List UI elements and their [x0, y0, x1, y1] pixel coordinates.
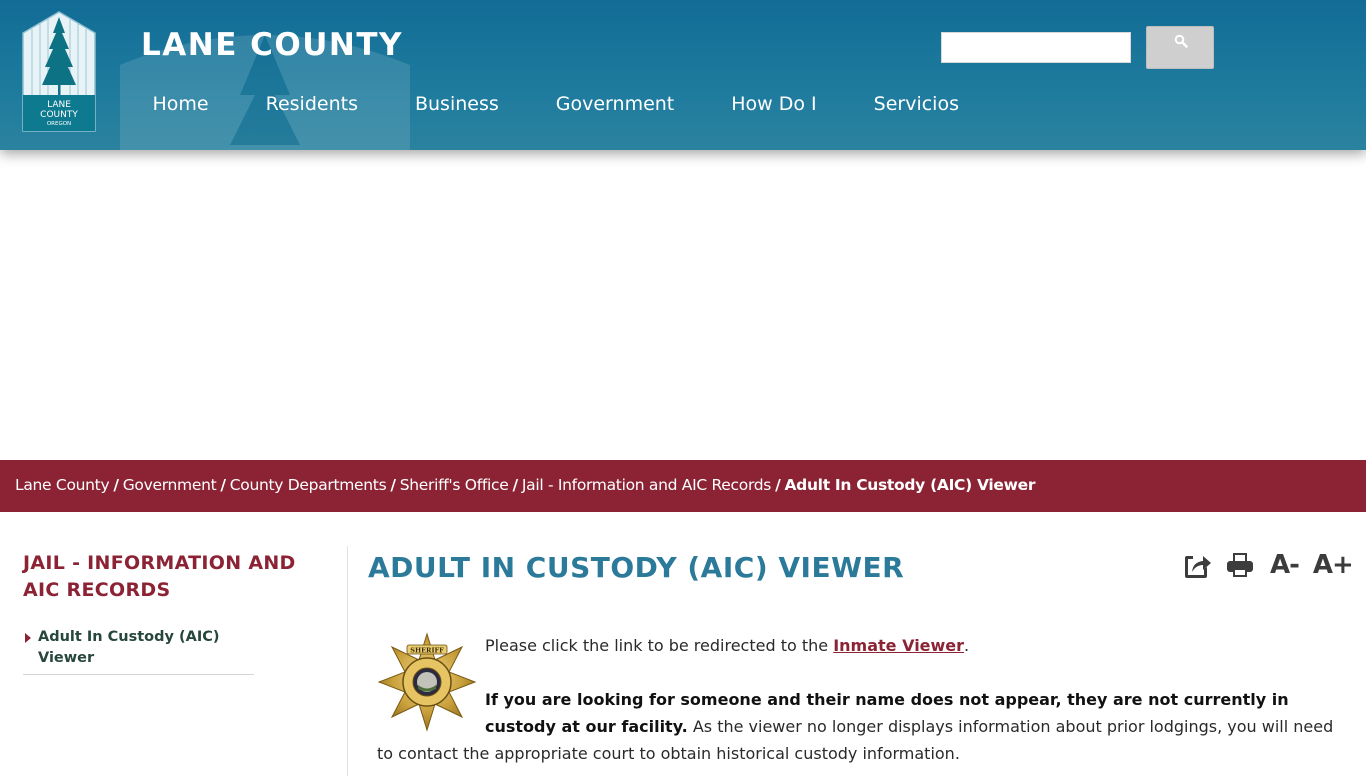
sidebar-title[interactable]: JAIL - INFORMATION AND AIC RECORDS [23, 550, 323, 604]
nav-government[interactable]: Government [527, 93, 703, 115]
page-title: ADULT IN CUSTODY (AIC) VIEWER [368, 551, 905, 584]
breadcrumb-separator: / [390, 476, 396, 494]
lane-county-logo[interactable]: LANE COUNTY OREGON [20, 11, 98, 132]
nav-residents[interactable]: Residents [237, 93, 386, 115]
page-tools: A- A+ [1182, 550, 1366, 580]
sidebar: JAIL - INFORMATION AND AIC RECORDS Adult… [23, 550, 323, 675]
column-divider [347, 546, 348, 776]
badge-float-spacer [377, 686, 485, 740]
nav-business[interactable]: Business [386, 93, 527, 115]
redirect-suffix: . [964, 636, 970, 655]
breadcrumb-separator: / [113, 476, 119, 494]
breadcrumb-current: Adult In Custody (AIC) Viewer [784, 476, 1036, 494]
breadcrumb-separator: / [775, 476, 781, 494]
nav-home[interactable]: Home [124, 93, 237, 115]
svg-text:OREGON: OREGON [47, 121, 71, 127]
breadcrumb-bar: Lane County / Government / County Department… [0, 460, 1366, 512]
svg-text:LANE: LANE [47, 100, 71, 110]
nav-how-do-i[interactable]: How Do I [703, 93, 845, 115]
sidebar-item-aic-viewer[interactable]: Adult In Custody (AIC) Viewer [23, 626, 254, 675]
inmate-viewer-link[interactable]: Inmate Viewer [833, 636, 964, 655]
breadcrumb: Lane County / Government / County Department… [15, 476, 1036, 494]
search-input[interactable] [941, 32, 1131, 63]
redirect-paragraph: Please click the link to be redirected t… [377, 632, 1337, 659]
caret-right-icon [25, 633, 31, 643]
site-header: LANE COUNTY OREGON LANE COUNTY Home Resi… [0, 0, 1366, 150]
breadcrumb-separator: / [220, 476, 226, 494]
breadcrumb-county-departments[interactable]: County Departments [230, 476, 387, 494]
search-icon [1174, 34, 1188, 48]
print-button[interactable] [1225, 551, 1255, 579]
decrease-text-button[interactable]: A- [1270, 550, 1300, 580]
svg-text:COUNTY: COUNTY [40, 110, 78, 120]
main-nav: Home Residents Business Government How D… [124, 93, 988, 115]
breadcrumb-separator: / [512, 476, 518, 494]
sidebar-item-label: Adult In Custody (AIC) Viewer [38, 629, 220, 666]
search-button[interactable] [1146, 26, 1214, 69]
breadcrumb-sheriffs-office[interactable]: Sheriff's Office [400, 476, 509, 494]
share-button[interactable] [1182, 551, 1212, 579]
main-content: Please click the link to be redirected t… [377, 632, 1337, 767]
nav-servicios[interactable]: Servicios [845, 93, 987, 115]
share-icon [1185, 556, 1211, 578]
increase-text-button[interactable]: A+ [1313, 550, 1354, 580]
site-title[interactable]: LANE COUNTY [141, 27, 403, 63]
breadcrumb-lane-county[interactable]: Lane County [15, 476, 110, 494]
print-icon [1227, 553, 1253, 577]
custody-info-paragraph: If you are looking for someone and their… [377, 686, 1337, 767]
breadcrumb-government[interactable]: Government [123, 476, 217, 494]
breadcrumb-jail-info[interactable]: Jail - Information and AIC Records [522, 476, 772, 494]
redirect-text: Please click the link to be redirected t… [485, 636, 834, 655]
